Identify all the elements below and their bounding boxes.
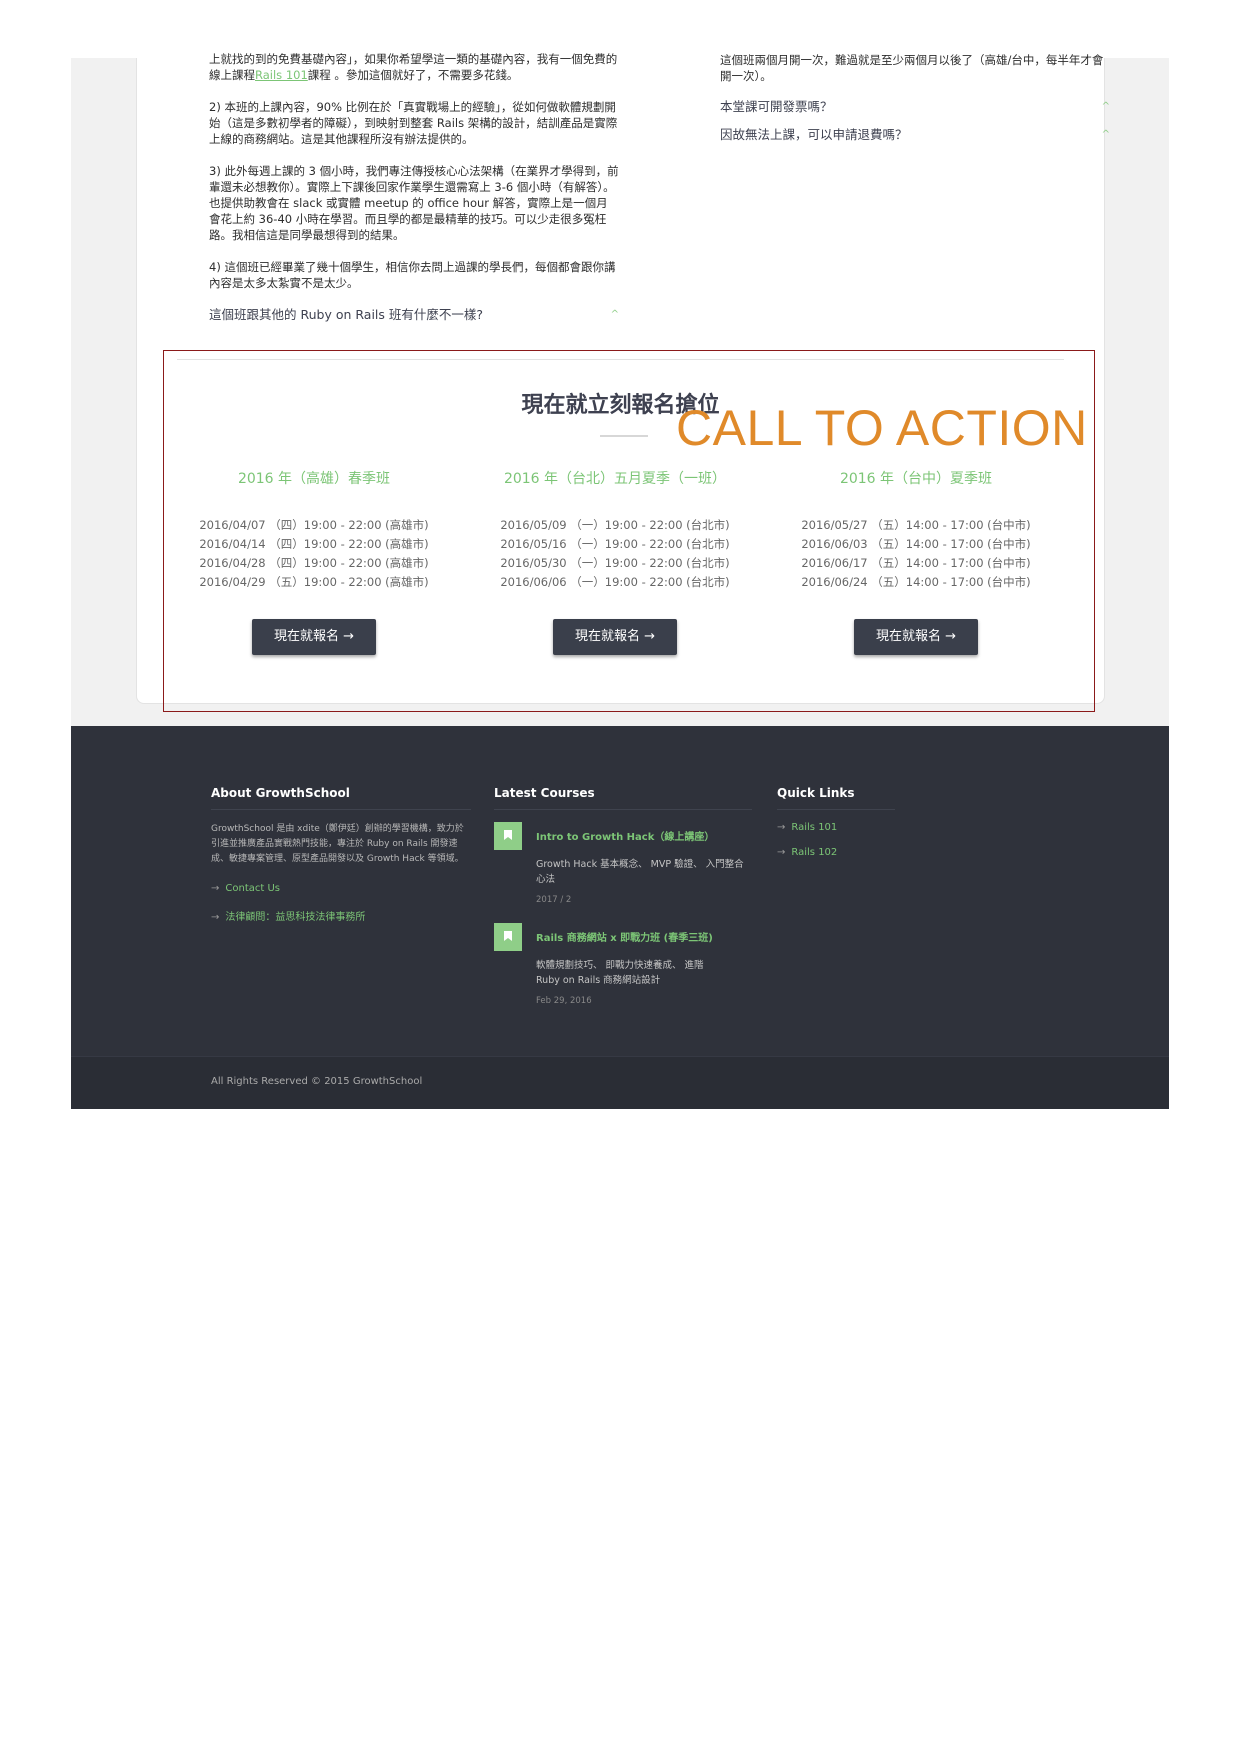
faq-right-column: 這個班兩個月開一次，難過就是至少兩個月以後了（高雄/台中，每半年才會開一次）。 … — [720, 52, 1110, 143]
chevron-up-icon: ^ — [1101, 101, 1110, 112]
annotation-label: CALL TO ACTION — [676, 400, 1088, 456]
footer-heading: Quick Links — [777, 786, 895, 810]
course-date: 2017 / 2 — [536, 895, 572, 905]
chevron-up-icon: ^ — [1101, 129, 1110, 140]
about-text: GrowthSchool 是由 xdite（鄭伊廷）創辦的學習機構，致力於引進並… — [211, 824, 464, 864]
rails-101-link[interactable]: Rails 101 — [255, 68, 308, 82]
footer-about: About GrowthSchool GrowthSchool 是由 xdite… — [211, 786, 471, 923]
course-description: 軟體規劃技巧、 即戰力快速養成、 進階 Ruby on Rails 商務網站設計 — [536, 960, 704, 986]
faq-question-refund[interactable]: 因故無法上課，可以申請退費嗎？ ^ — [720, 127, 1110, 143]
copyright-text: All Rights Reserved © 2015 GrowthSchool — [211, 1076, 423, 1087]
legal-advisor-link[interactable]: → 法律顧問：益思科技法律事務所 — [211, 908, 471, 923]
footer-latest-courses: Latest Courses Intro to Growth Hack（線上講座… — [494, 786, 752, 1024]
course-description: Growth Hack 基本概念、 MVP 驗證、 入門整合心法 — [536, 859, 744, 885]
arrow-right-icon: → — [777, 822, 786, 833]
arrow-right-icon: → — [211, 912, 220, 923]
footer-quick-links: Quick Links → Rails 101 → Rails 102 — [777, 786, 895, 858]
faq-answer-paragraph: 4) 這個班已經畢業了幾十個學生，相信你去問上過課的學長們，每個都會跟你講內容是… — [209, 260, 616, 290]
site-footer: About GrowthSchool GrowthSchool 是由 xdite… — [71, 726, 1169, 1109]
course-title: Intro to Growth Hack（線上講座） — [536, 832, 715, 843]
bookmark-icon — [494, 822, 522, 850]
faq-answer-paragraph: 上就找的到的免費基礎內容」，如果你希望學這一類的基礎內容，我有一個免費的線上課程… — [209, 52, 618, 82]
course-date: Feb 29, 2016 — [536, 996, 592, 1006]
faq-question-ruby-difference[interactable]: 這個班跟其他的 Ruby on Rails 班有什麼不一樣? ^ — [209, 307, 619, 323]
footer-heading: Latest Courses — [494, 786, 752, 810]
arrow-right-icon: → — [211, 883, 220, 894]
course-item[interactable]: Intro to Growth Hack（線上講座） Growth Hack 基… — [494, 822, 752, 905]
course-item[interactable]: Rails 商務網站 x 即戰力班 (春季三班) 軟體規劃技巧、 即戰力快速養成… — [494, 923, 752, 1006]
course-title: Rails 商務網站 x 即戰力班 (春季三班) — [536, 933, 713, 944]
footer-heading: About GrowthSchool — [211, 786, 471, 810]
faq-answer-paragraph: 這個班兩個月開一次，難過就是至少兩個月以後了（高雄/台中，每半年才會開一次）。 — [720, 53, 1104, 83]
arrow-right-icon: → — [777, 847, 786, 858]
faq-left-column: 上就找的到的免費基礎內容」，如果你希望學這一類的基礎內容，我有一個免費的線上課程… — [209, 52, 619, 323]
faq-answer-paragraph: 3) 此外每週上課的 3 個小時，我們專注傳授核心心法架構（在業界才學得到，前輩… — [209, 164, 619, 242]
bookmark-icon — [494, 923, 522, 951]
chevron-up-icon: ^ — [610, 309, 619, 320]
rails-102-quick-link[interactable]: → Rails 102 — [777, 847, 895, 858]
faq-question-invoice[interactable]: 本堂課可開發票嗎？ ^ — [720, 99, 1110, 115]
rails-101-quick-link[interactable]: → Rails 101 — [777, 822, 895, 833]
footer-bottom-bar: All Rights Reserved © 2015 GrowthSchool — [71, 1056, 1169, 1109]
faq-answer-paragraph: 2) 本班的上課內容，90% 比例在於「真實戰場上的經驗」，從如何做軟體規劃開始… — [209, 100, 618, 146]
contact-us-link[interactable]: → Contact Us — [211, 883, 471, 894]
